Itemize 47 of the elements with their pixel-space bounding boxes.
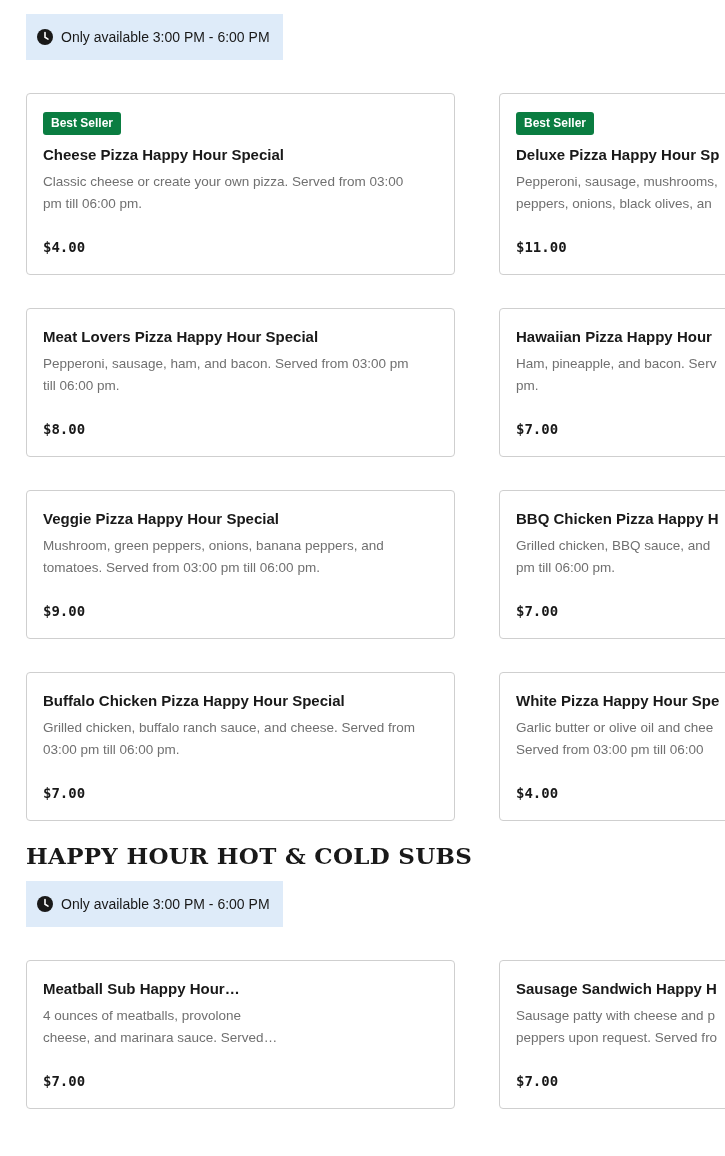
item-price: $8.00 <box>43 420 87 438</box>
item-price: $11.00 <box>516 238 568 256</box>
item-description: Ham, pineapple, and bacon. Serv pm. <box>516 355 718 395</box>
item-title: Deluxe Pizza Happy Hour Sp <box>516 145 721 165</box>
menu-item-card[interactable]: Hawaiian Pizza Happy Hour Ham, pineapple, and bacon. Serv pm. $7.00 <box>499 308 725 457</box>
item-description: Pepperoni, sausage, ham, and bacon. Served from 03:00 pm till 06:00 pm. <box>43 355 410 395</box>
clock-icon <box>37 29 53 45</box>
item-price: $7.00 <box>516 1072 560 1090</box>
availability-text: Only available 3:00 PM - 6:00 PM <box>61 896 270 912</box>
item-description: Classic cheese or create your own pizza. Served from 03:00 pm till 06:00 pm. <box>43 173 405 213</box>
item-description: Grilled chicken, buffalo ranch sauce, and cheese. Served from 03:00 pm till 06:00 pm. <box>43 719 416 759</box>
menu-item-card[interactable]: Best Seller Cheese Pizza Happy Hour Special Classic cheese or create your own pizza. Served from 03:00 pm till 06:00 pm. $4.00 <box>26 93 455 275</box>
item-price: $7.00 <box>516 602 560 620</box>
item-price: $4.00 <box>516 784 560 802</box>
item-title: Buffalo Chicken Pizza Happy Hour Special <box>43 691 346 711</box>
item-price: $7.00 <box>43 784 87 802</box>
menu-item-card[interactable]: BBQ Chicken Pizza Happy H Grilled chicken, BBQ sauce, and pm till 06:00 pm. $7.00 <box>499 490 725 639</box>
item-title: Hawaiian Pizza Happy Hour <box>516 327 713 347</box>
best-seller-badge: Best Seller <box>516 112 595 135</box>
item-title: White Pizza Happy Hour Spe <box>516 691 721 711</box>
best-seller-badge: Best Seller <box>43 112 122 135</box>
item-description: 4 ounces of meatballs, provolone cheese, and marinara sauce. Served… <box>43 1007 279 1047</box>
item-description: Pepperoni, sausage, mushrooms, peppers, onions, black olives, an <box>516 173 719 213</box>
item-title: Veggie Pizza Happy Hour Special <box>43 509 280 529</box>
menu-item-card[interactable]: Meatball Sub Happy Hour… 4 ounces of meatballs, provolone cheese, and marinara sauce. Served… $7.00 <box>26 960 455 1109</box>
menu-item-card[interactable]: Best Seller Deluxe Pizza Happy Hour Sp Pepperoni, sausage, mushrooms, peppers, onions, black olives, an $11.00 <box>499 93 725 275</box>
item-price: $4.00 <box>43 238 87 256</box>
item-title: Cheese Pizza Happy Hour Special <box>43 145 285 165</box>
item-description: Mushroom, green peppers, onions, banana peppers, and tomatoes. Served from 03:00 pm till 06:00 pm. <box>43 537 385 577</box>
clock-icon <box>37 896 53 912</box>
item-description: Sausage patty with cheese and p peppers upon request. Served fro <box>516 1007 719 1047</box>
menu-item-card[interactable]: Sausage Sandwich Happy H Sausage patty with cheese and p peppers upon request. Served fro $7.00 <box>499 960 725 1109</box>
item-price: $7.00 <box>43 1072 87 1090</box>
availability-text: Only available 3:00 PM - 6:00 PM <box>61 29 270 45</box>
item-price: $9.00 <box>43 602 87 620</box>
item-title: Sausage Sandwich Happy H <box>516 979 718 999</box>
menu-item-card[interactable]: Veggie Pizza Happy Hour Special Mushroom, green peppers, onions, banana peppers, and tomatoes. Served from 03:00 pm till 06:00 pm. $9.00 <box>26 490 455 639</box>
item-description: Grilled chicken, BBQ sauce, and pm till 06:00 pm. <box>516 537 712 577</box>
item-title: Meatball Sub Happy Hour… <box>43 979 241 999</box>
menu-item-card[interactable]: Buffalo Chicken Pizza Happy Hour Special Grilled chicken, buffalo ranch sauce, and cheese. Served from 03:00 pm till 06:00 pm. $7.00 <box>26 672 455 821</box>
item-title: Meat Lovers Pizza Happy Hour Special <box>43 327 320 347</box>
item-price: $7.00 <box>516 420 560 438</box>
item-title: BBQ Chicken Pizza Happy H <box>516 509 720 529</box>
section-heading: HAPPY HOUR HOT & COLD SUBS <box>26 841 474 871</box>
menu-item-card[interactable]: White Pizza Happy Hour Spe Garlic butter or olive oil and chee Served from 03:00 pm till 06:00 $4.00 <box>499 672 725 821</box>
item-description: Garlic butter or olive oil and chee Served from 03:00 pm till 06:00 <box>516 719 715 759</box>
menu-item-card[interactable]: Meat Lovers Pizza Happy Hour Special Pepperoni, sausage, ham, and bacon. Served from 03:00 pm till 06:00 pm. $8.00 <box>26 308 455 457</box>
